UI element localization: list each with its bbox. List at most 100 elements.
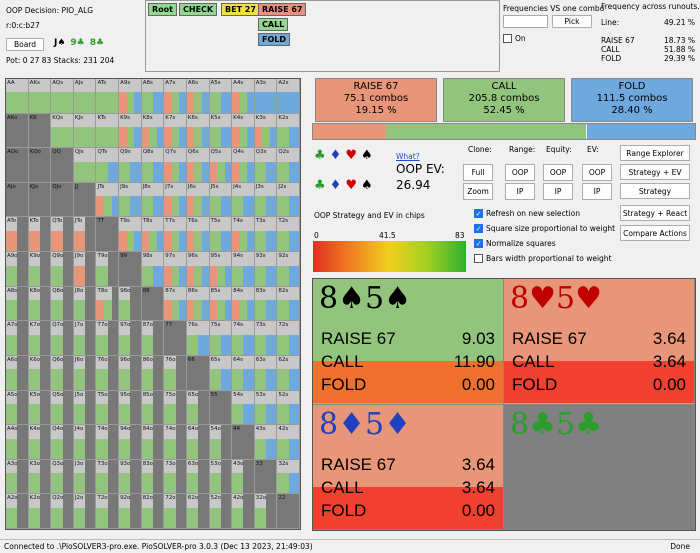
matrix-cell[interactable]: 96s [186,252,210,287]
matrix-cell[interactable]: Q2s [277,148,300,183]
matrix-cell[interactable]: T4s [232,217,255,253]
matrix-cell[interactable]: Q6s [186,148,210,183]
matrix-cell[interactable]: 76o [164,355,187,391]
matrix-cell[interactable]: A9s [119,79,142,114]
matrix-cell[interactable]: KTs [96,113,120,149]
matrix-cell[interactable]: AKs [28,79,52,114]
matrix-cell[interactable]: 52s [277,390,300,426]
matrix-cell[interactable]: 86o [141,355,165,391]
matrix-cell[interactable]: 64o [186,425,210,460]
matrix-cell[interactable]: Q7s [164,148,187,183]
matrix-cell[interactable]: J8o [73,286,97,322]
matrix-cell[interactable]: T7s [164,217,187,253]
option-checkbox[interactable]: ✓ Normalize squares [474,239,556,248]
compare-actions-button[interactable]: Compare Actions [620,225,690,241]
matrix-cell[interactable]: JTo [73,217,97,253]
club-icon[interactable]: ♣ [314,148,326,163]
matrix-cell[interactable]: A4o [6,425,29,460]
matrix-cell[interactable]: A5o [6,390,29,426]
matrix-cell[interactable]: 65s [209,355,233,391]
matrix-cell[interactable]: T3o [96,459,120,495]
combo-input[interactable] [503,15,548,28]
action-call-box[interactable]: CALL 205.8 combos 52.45 % [443,78,565,122]
matrix-cell[interactable]: 73o [164,459,187,495]
matrix-cell[interactable]: Q2o [51,494,74,529]
tree-node-check[interactable]: CHECK [179,3,218,16]
tree-node-fold[interactable]: FOLD [258,33,291,46]
matrix-cell[interactable]: 42s [277,425,300,460]
matrix-cell[interactable]: A5s [209,79,233,114]
matrix-cell[interactable]: K9s [119,113,142,149]
matrix-cell[interactable]: A8o [6,286,29,322]
matrix-cell[interactable]: K2s [277,113,300,149]
tree-node-raise[interactable]: RAISE 67 [258,3,307,16]
matrix-cell[interactable]: A8s [141,79,165,114]
matrix-cell[interactable]: 42o [232,494,255,529]
matrix-cell[interactable]: 22 [277,494,300,529]
matrix-cell[interactable]: K5o [28,390,52,426]
matrix-cell[interactable]: 62s [277,355,300,391]
matrix-cell[interactable]: 33 [254,459,278,495]
matrix-cell[interactable]: 63s [254,355,278,391]
matrix-cell[interactable]: 72o [164,494,187,529]
matrix-cell[interactable]: 53s [254,390,278,426]
matrix-cell[interactable]: 98s [141,252,165,287]
ev-oop-button[interactable]: OOP [582,164,612,181]
matrix-cell[interactable]: KQo [28,148,52,183]
matrix-cell[interactable]: 54o [209,425,233,460]
matrix-cell[interactable]: KK [28,113,52,149]
matrix-cell[interactable]: 84o [141,425,165,460]
matrix-cell[interactable]: Q7o [51,321,74,356]
matrix-cell[interactable]: 85o [141,390,165,426]
strategy-button[interactable]: Strategy [620,183,690,199]
matrix-cell[interactable]: 32o [254,494,278,529]
matrix-cell[interactable]: T6s [186,217,210,253]
matrix-cell[interactable]: T2s [277,217,300,253]
matrix-cell[interactable]: A9o [6,252,29,287]
matrix-cell[interactable]: ATs [96,79,120,114]
matrix-cell[interactable]: T3s [254,217,278,253]
matrix-cell[interactable]: AQo [6,148,29,183]
matrix-cell[interactable]: AA [6,79,29,114]
matrix-cell[interactable]: 86s [186,286,210,322]
matrix-cell[interactable]: A4s [232,79,255,114]
range-oop-button[interactable]: OOP [505,164,535,181]
matrix-cell[interactable]: QJo [51,182,74,218]
matrix-cell[interactable]: A7o [6,321,29,356]
matrix-cell[interactable]: TT [96,217,120,253]
heart-icon[interactable]: ♥ [345,178,357,193]
matrix-cell[interactable]: K3o [28,459,52,495]
matrix-cell[interactable]: 72s [277,321,300,356]
matrix-cell[interactable]: A6s [186,79,210,114]
matrix-cell[interactable]: 63o [186,459,210,495]
matrix-cell[interactable]: K4o [28,425,52,460]
matrix-cell[interactable]: J5o [73,390,97,426]
matrix-cell[interactable]: 53o [209,459,233,495]
matrix-cell[interactable]: J6o [73,355,97,391]
matrix-cell[interactable]: ATo [6,217,29,253]
matrix-cell[interactable]: T7o [96,321,120,356]
matrix-cell[interactable]: T8o [96,286,120,322]
matrix-cell[interactable]: K4s [232,113,255,149]
option-checkbox[interactable]: Bars width proportional to weight [474,254,612,263]
matrix-cell[interactable]: J4s [232,182,255,218]
matrix-cell[interactable]: 96o [119,355,142,391]
diamond-icon[interactable]: ♦ [330,148,342,163]
spade-icon[interactable]: ♠ [361,148,373,163]
matrix-cell[interactable]: J3s [254,182,278,218]
club-icon[interactable]: ♣ [314,178,326,193]
matrix-cell[interactable]: AJs [73,79,97,114]
matrix-cell[interactable]: K9o [28,252,52,287]
matrix-cell[interactable]: 94s [232,252,255,287]
action-fold-box[interactable]: FOLD 111.5 combos 28.40 % [571,78,693,122]
matrix-cell[interactable]: QQ [51,148,74,183]
matrix-cell[interactable]: QTs [96,148,120,183]
matrix-cell[interactable]: JJ [73,182,97,218]
matrix-cell[interactable]: Q9o [51,252,74,287]
matrix-cell[interactable]: J3o [73,459,97,495]
matrix-cell[interactable]: 93o [119,459,142,495]
matrix-cell[interactable]: K8s [141,113,165,149]
matrix-cell[interactable]: 95o [119,390,142,426]
matrix-cell[interactable]: 76s [186,321,210,356]
matrix-cell[interactable]: 73s [254,321,278,356]
